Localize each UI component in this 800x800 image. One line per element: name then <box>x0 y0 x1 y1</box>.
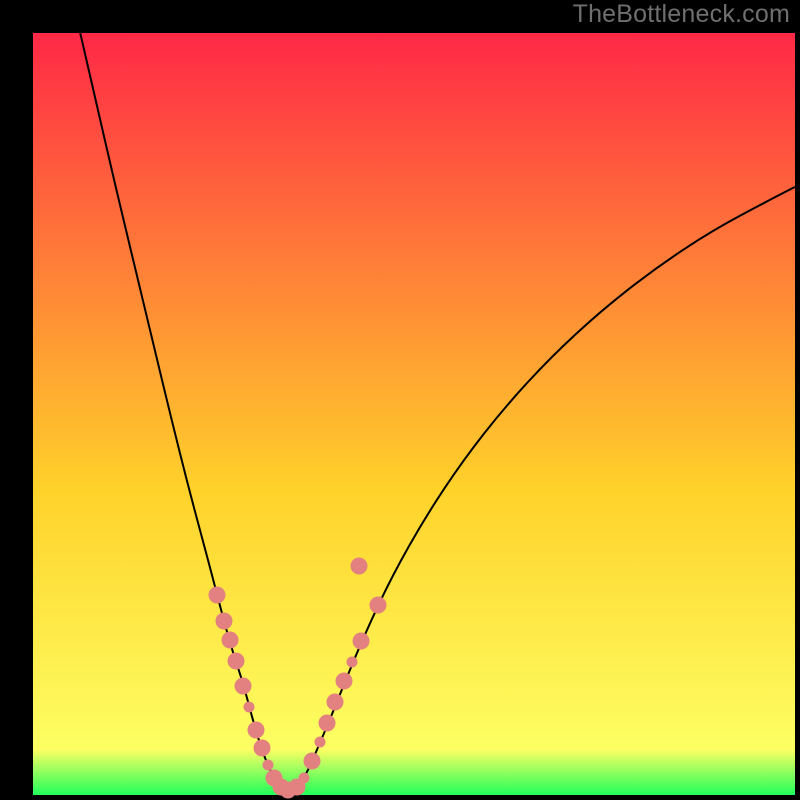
data-point <box>335 672 352 689</box>
data-point <box>319 714 336 731</box>
data-point <box>279 782 296 799</box>
bottleneck-curve <box>80 33 795 790</box>
data-point <box>352 633 369 650</box>
chart-frame: TheBottleneck.com <box>0 0 800 800</box>
data-point <box>253 739 270 756</box>
data-point <box>265 770 282 787</box>
data-point <box>216 613 233 630</box>
data-point <box>209 587 226 604</box>
data-point <box>288 779 305 796</box>
data-point <box>303 753 320 770</box>
data-point <box>244 702 255 713</box>
data-point <box>326 694 343 711</box>
curve-layer <box>33 33 795 795</box>
data-points-layer <box>33 33 795 795</box>
data-point <box>299 773 310 784</box>
watermark-text: TheBottleneck.com <box>573 0 790 29</box>
data-point <box>346 656 357 667</box>
data-point <box>227 652 244 669</box>
data-point <box>273 779 290 796</box>
data-point <box>314 736 325 747</box>
data-point <box>248 722 265 739</box>
data-point <box>351 558 368 575</box>
data-point <box>262 759 273 770</box>
data-point <box>370 596 387 613</box>
plot-area <box>33 33 795 795</box>
data-point <box>221 631 238 648</box>
data-point <box>235 678 252 695</box>
